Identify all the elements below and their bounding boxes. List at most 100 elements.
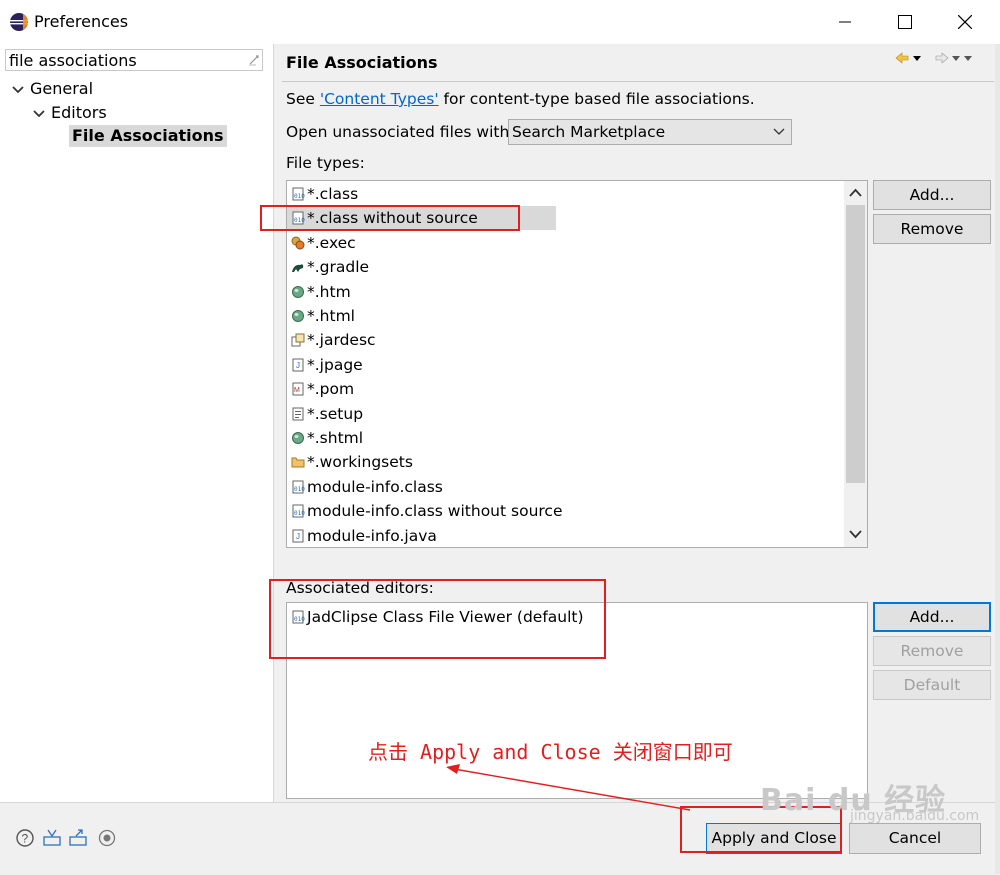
file-type-label: module-info.class without source xyxy=(307,502,563,521)
window-title: Preferences xyxy=(34,12,129,31)
svg-text:J: J xyxy=(296,532,300,541)
record-icon xyxy=(98,829,116,847)
footer-icons: ? xyxy=(16,828,126,852)
svg-text:J: J xyxy=(296,361,300,370)
scroll-up-icon[interactable] xyxy=(849,188,862,198)
file-type-label: *.shtml xyxy=(307,429,364,447)
export-icon xyxy=(69,829,87,846)
cancel-button[interactable]: Cancel xyxy=(849,823,981,854)
open-unassociated-label: Open unassociated files with: xyxy=(286,123,515,141)
jpage-icon: J xyxy=(291,356,307,374)
file-type-label: module-info.java xyxy=(307,526,437,545)
file-associations-page: File Associations See 'Content Types' fo… xyxy=(274,44,1000,802)
file-type-row[interactable]: *.htm xyxy=(291,280,351,304)
exec-file-icon xyxy=(291,234,307,252)
maximize-icon xyxy=(898,15,912,29)
forward-menu-icon xyxy=(952,56,960,61)
file-type-row[interactable]: 010 module-info.class xyxy=(291,475,443,499)
page-title: File Associations xyxy=(286,53,438,72)
svg-text:?: ? xyxy=(22,832,29,846)
scroll-thumb[interactable] xyxy=(846,205,865,483)
eclipse-icon xyxy=(10,13,28,31)
see-suffix-text: for content-type based file associations… xyxy=(438,90,755,108)
file-type-row[interactable]: Jmodule-info.java xyxy=(291,524,437,547)
svg-text:010: 010 xyxy=(294,510,305,517)
svg-text:010: 010 xyxy=(294,486,305,493)
file-type-label: *.class xyxy=(307,185,359,203)
file-type-label: *.html xyxy=(307,307,355,325)
clear-filter-icon[interactable] xyxy=(247,53,261,67)
scroll-down-icon[interactable] xyxy=(849,529,862,539)
file-type-row[interactable]: *.workingsets xyxy=(291,450,413,474)
file-type-label: *.exec xyxy=(307,233,356,252)
close-button[interactable] xyxy=(935,0,995,44)
file-type-row[interactable]: *.gradle xyxy=(291,255,369,279)
file-type-row[interactable]: *.exec xyxy=(291,231,356,255)
file-type-label: *.pom xyxy=(307,380,355,399)
window-edge xyxy=(995,44,1000,874)
back-icon xyxy=(895,52,909,64)
svg-text:M: M xyxy=(294,387,300,394)
pom-icon: M xyxy=(291,380,307,398)
file-type-remove-button[interactable]: Remove xyxy=(873,214,991,244)
filter-input[interactable]: file associations xyxy=(5,49,263,71)
file-type-row[interactable]: *.shtml xyxy=(291,426,363,450)
file-type-row[interactable]: 010 module-info.class without source xyxy=(291,499,562,523)
file-types-scrollbar[interactable] xyxy=(844,181,867,547)
chevron-down-icon[interactable] xyxy=(11,83,25,97)
minimize-icon xyxy=(839,21,851,23)
preferences-window: Preferences file associations General Ed… xyxy=(0,0,1000,875)
file-types-label: File types: xyxy=(286,154,365,172)
chevron-down-icon xyxy=(773,128,785,135)
highlight-associated-editor xyxy=(269,579,606,659)
file-type-row[interactable]: J *.jpage xyxy=(291,353,363,377)
file-type-label: *.workingsets xyxy=(307,453,413,472)
minimize-button[interactable] xyxy=(815,0,875,44)
file-type-row[interactable]: *.setup xyxy=(291,402,363,426)
file-type-row[interactable]: 010 *.class xyxy=(291,182,358,206)
nav-history-icons xyxy=(895,52,972,64)
folder-icon xyxy=(291,453,307,471)
tree-item-file-associations[interactable]: File Associations xyxy=(69,125,227,147)
class-file-icon: 010 xyxy=(291,185,307,203)
svg-text:010: 010 xyxy=(294,193,305,200)
content-types-link[interactable]: 'Content Types' xyxy=(320,90,439,108)
annotation-arrow xyxy=(446,764,691,811)
tree-item-general[interactable]: General xyxy=(30,78,93,100)
file-type-label: *.gradle xyxy=(307,258,370,277)
file-type-row[interactable]: *.jardesc xyxy=(291,328,376,352)
view-menu-icon xyxy=(964,56,972,61)
file-type-row[interactable]: *.html xyxy=(291,304,355,328)
close-icon xyxy=(958,15,972,29)
file-type-label: *.htm xyxy=(307,282,351,301)
editor-remove-button[interactable]: Remove xyxy=(873,636,991,666)
open-unassociated-select[interactable]: Search Marketplace xyxy=(508,119,792,145)
maximize-button[interactable] xyxy=(875,0,935,44)
back-menu-icon xyxy=(913,56,921,61)
class-file-icon: 010 xyxy=(291,502,307,520)
file-types-list[interactable]: 010 *.class 010 *.class without source *.exe… xyxy=(286,180,868,548)
gradle-icon xyxy=(291,258,307,276)
content-types-row: See 'Content Types' for content-type bas… xyxy=(286,88,755,110)
highlight-class-without-source xyxy=(260,205,520,231)
editor-add-button[interactable]: Add... xyxy=(873,602,991,632)
baidu-watermark-url: jingyan.baidu.com xyxy=(850,808,980,824)
file-type-row[interactable]: M *.pom xyxy=(291,377,354,401)
web-file-icon xyxy=(291,429,307,447)
web-file-icon xyxy=(291,307,307,325)
tree-item-editors[interactable]: Editors xyxy=(51,102,107,124)
preferences-nav: file associations General Editors File A… xyxy=(0,44,274,802)
class-file-icon: 010 xyxy=(291,478,307,496)
forward-icon xyxy=(935,52,949,64)
help-icon: ? xyxy=(16,829,34,847)
editor-default-button[interactable]: Default xyxy=(873,670,991,700)
java-file-icon: J xyxy=(291,527,307,545)
open-unassociated-value: Search Marketplace xyxy=(512,123,666,141)
see-prefix-text: See xyxy=(286,90,320,108)
jardesc-icon xyxy=(291,331,307,349)
file-type-add-button[interactable]: Add... xyxy=(873,180,991,210)
chevron-down-icon[interactable] xyxy=(32,107,46,121)
web-file-icon xyxy=(291,283,307,301)
file-type-label: module-info.class xyxy=(307,477,443,496)
import-icon xyxy=(43,829,61,846)
